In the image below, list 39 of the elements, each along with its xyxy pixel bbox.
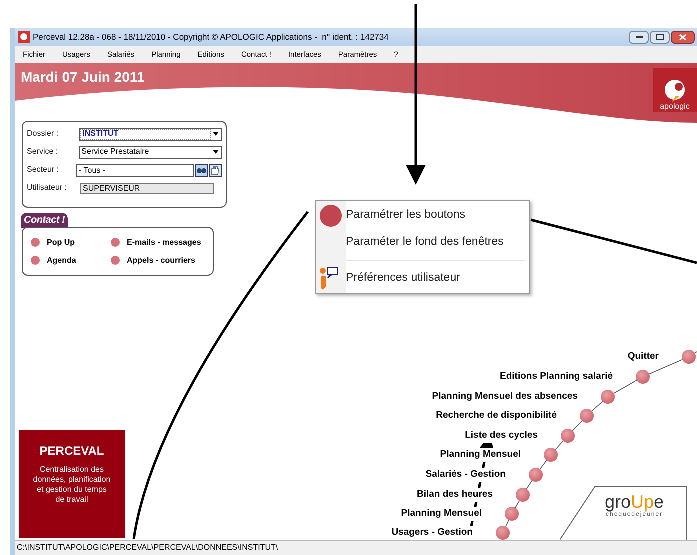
field-label: Service :: [27, 146, 60, 158]
menu-link[interactable]: Bilan des heures: [416, 488, 494, 502]
menu-link[interactable]: Liste des cycles: [464, 429, 539, 444]
maximize-icon: [656, 34, 664, 40]
apologic-logo: apologic: [653, 68, 697, 112]
logo-icon: [664, 79, 686, 103]
menu-item[interactable]: Paramétrer les boutons: [316, 202, 529, 229]
menu-link[interactable]: Usagers - Gestion: [390, 526, 474, 540]
contact-link[interactable]: Appels - courriers: [111, 254, 213, 266]
menu-link[interactable]: Planning Mensuel: [400, 507, 483, 522]
menu-item[interactable]: Paraméter le fond des fenêtres: [316, 229, 529, 256]
field-label: Dossier :: [27, 128, 60, 140]
date-title: Mardi 07 Juin 2011: [21, 68, 145, 87]
circle-icon: [320, 204, 342, 226]
partner-name: groUpe: [605, 493, 664, 511]
binoculars-icon[interactable]: [195, 164, 208, 176]
menu-link[interactable]: Salariés - Gestion: [424, 468, 507, 482]
status-path: C:\INSTITUT\APOLOGIC\PERCEVAL\PERCEVAL\DONNEES\INSTITUT\: [17, 542, 278, 554]
app-logo-icon: [18, 31, 30, 43]
input-field[interactable]: INSTITUT: [78, 128, 222, 140]
input-field[interactable]: - Tous -: [76, 164, 194, 176]
contact-link[interactable]: Pop Up: [31, 236, 111, 248]
minimize-button[interactable]: [629, 30, 649, 44]
close-icon: [679, 34, 687, 40]
contact-link[interactable]: Agenda: [31, 254, 111, 266]
window-title: Perceval 12.28a - 068 - 18/11/2010 - Copyright © APOLOGIC Applications - n° ident. : 142734: [33, 30, 389, 44]
close-button[interactable]: [671, 30, 695, 44]
hand-icon[interactable]: [209, 164, 222, 176]
field-label: Utilisateur :: [27, 182, 68, 194]
menu-item[interactable]: Préférences utilisateur: [316, 265, 529, 292]
maximize-button[interactable]: [650, 30, 670, 44]
field-label: Secteur :: [27, 164, 60, 176]
card-text: Centralisation des données, planification et gestion du temps de travail: [32, 465, 112, 505]
menu-link[interactable]: Planning Mensuel: [439, 448, 522, 462]
contact-link[interactable]: E-mails - messages: [111, 236, 213, 248]
card-title: PERCEVAL: [40, 443, 104, 460]
input-field[interactable]: SUPERVISEUR: [80, 182, 214, 194]
input-field[interactable]: Service Prestataire: [78, 146, 222, 158]
minimize-icon: [636, 36, 642, 38]
